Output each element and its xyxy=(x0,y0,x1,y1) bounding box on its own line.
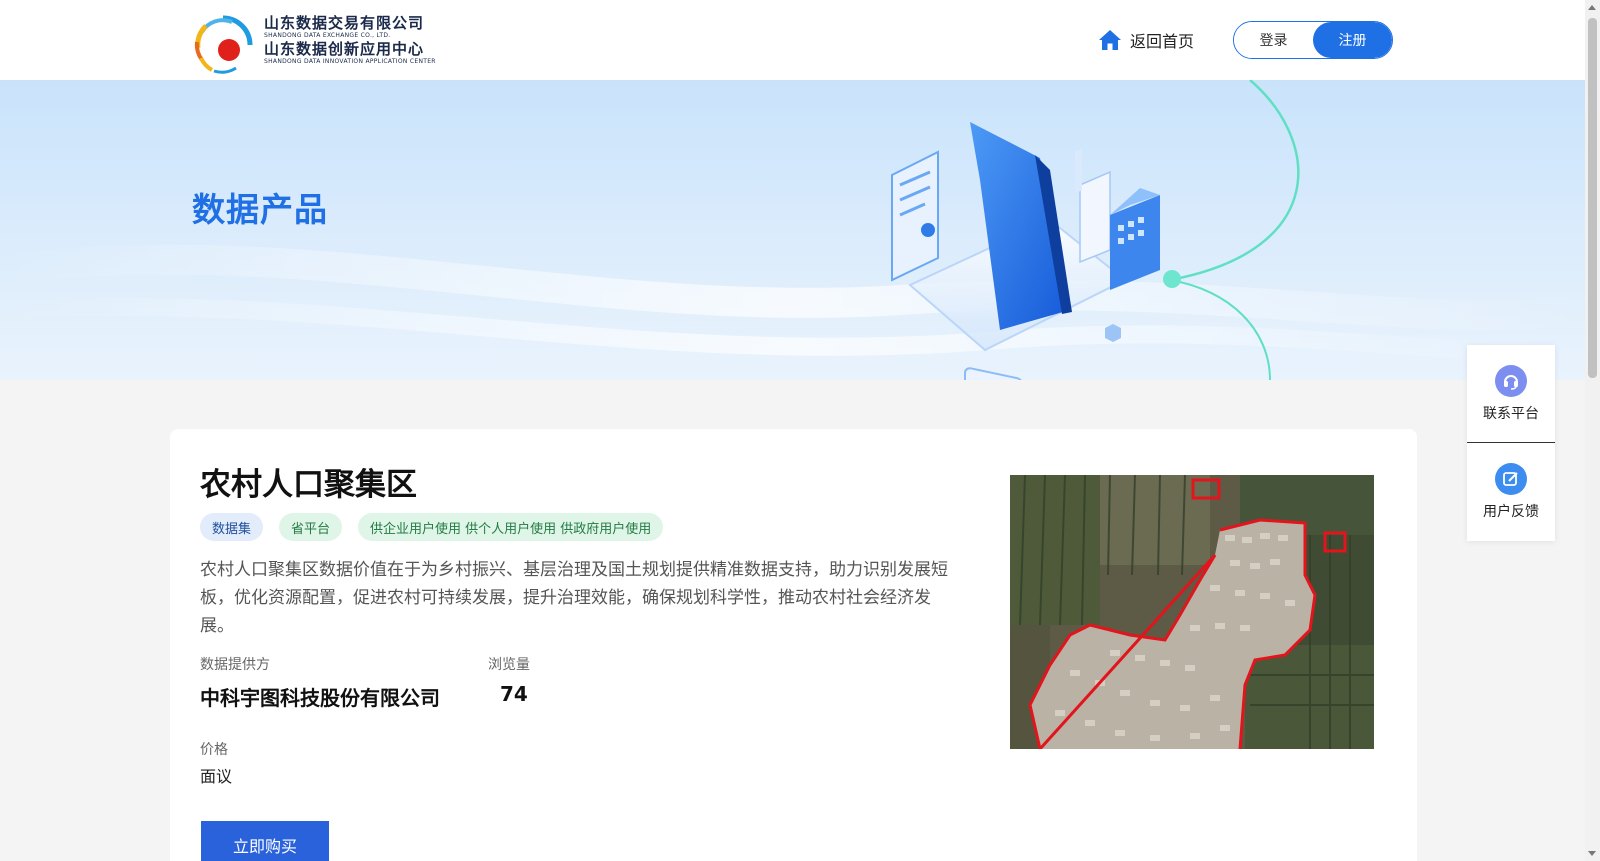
page-banner: 数据产品 xyxy=(0,80,1585,380)
back-home-label: 返回首页 xyxy=(1130,32,1195,51)
banner-title: 数据产品 xyxy=(192,190,328,229)
contact-platform-label: 联系平台 xyxy=(1483,406,1539,422)
auth-buttons: 登录 注册 xyxy=(1233,21,1393,59)
product-tags: 数据集 省平台 供企业用户使用 供个人用户使用 供政府用户使用 xyxy=(200,513,664,541)
login-button[interactable]: 登录 xyxy=(1234,22,1313,58)
price-label: 价格 xyxy=(200,742,228,758)
scrollbar-thumb[interactable] xyxy=(1588,18,1597,378)
back-home-link[interactable]: 返回首页 xyxy=(1098,28,1194,52)
provider-value: 中科宇图科技股份有限公司 xyxy=(200,686,440,710)
logo-center-name-en: SHANDONG DATA INNOVATION APPLICATION CEN… xyxy=(264,58,436,65)
edit-feedback-icon xyxy=(1495,463,1527,495)
user-feedback-label: 用户反馈 xyxy=(1483,504,1539,520)
product-title: 农村人口聚集区 xyxy=(200,467,417,503)
views-label: 浏览量 xyxy=(488,657,530,673)
buy-now-button[interactable]: 立即购买 xyxy=(201,821,329,861)
logo-company-name-en: SHANDONG DATA EXCHANGE CO., LTD. xyxy=(264,32,391,39)
product-detail-card: 农村人口聚集区 数据集 省平台 供企业用户使用 供个人用户使用 供政府用户使用 … xyxy=(170,429,1417,861)
tag-dataset: 数据集 xyxy=(200,513,264,541)
price-value: 面议 xyxy=(200,767,233,786)
headset-icon xyxy=(1495,365,1527,397)
page-scrollbar[interactable] xyxy=(1585,0,1600,861)
top-header: 山东数据交易有限公司 SHANDONG DATA EXCHANGE CO., L… xyxy=(0,0,1585,80)
user-feedback-button[interactable]: 用户反馈 xyxy=(1467,443,1555,540)
views-value: 74 xyxy=(500,682,528,706)
product-description: 农村人口聚集区数据价值在于为乡村振兴、基层治理及国土规划提供精准数据支持，助力识… xyxy=(200,560,948,636)
scroll-up-arrow-icon[interactable] xyxy=(1588,5,1596,10)
logo-company-name: 山东数据交易有限公司 xyxy=(264,14,425,32)
company-logo[interactable]: 山东数据交易有限公司 SHANDONG DATA EXCHANGE CO., L… xyxy=(192,12,452,76)
logo-mark-icon xyxy=(194,15,253,74)
provider-label: 数据提供方 xyxy=(200,657,270,673)
scroll-down-arrow-icon[interactable] xyxy=(1588,851,1596,856)
product-satellite-image xyxy=(1010,475,1374,749)
home-icon xyxy=(1099,30,1121,50)
tag-usage-scope: 供企业用户使用 供个人用户使用 供政府用户使用 xyxy=(358,513,664,541)
register-button[interactable]: 注册 xyxy=(1313,22,1392,58)
tag-provincial-platform: 省平台 xyxy=(279,513,343,541)
contact-platform-button[interactable]: 联系平台 xyxy=(1467,345,1555,442)
floating-service-bar: 联系平台 用户反馈 xyxy=(1467,345,1555,541)
logo-center-name: 山东数据创新应用中心 xyxy=(264,40,425,58)
